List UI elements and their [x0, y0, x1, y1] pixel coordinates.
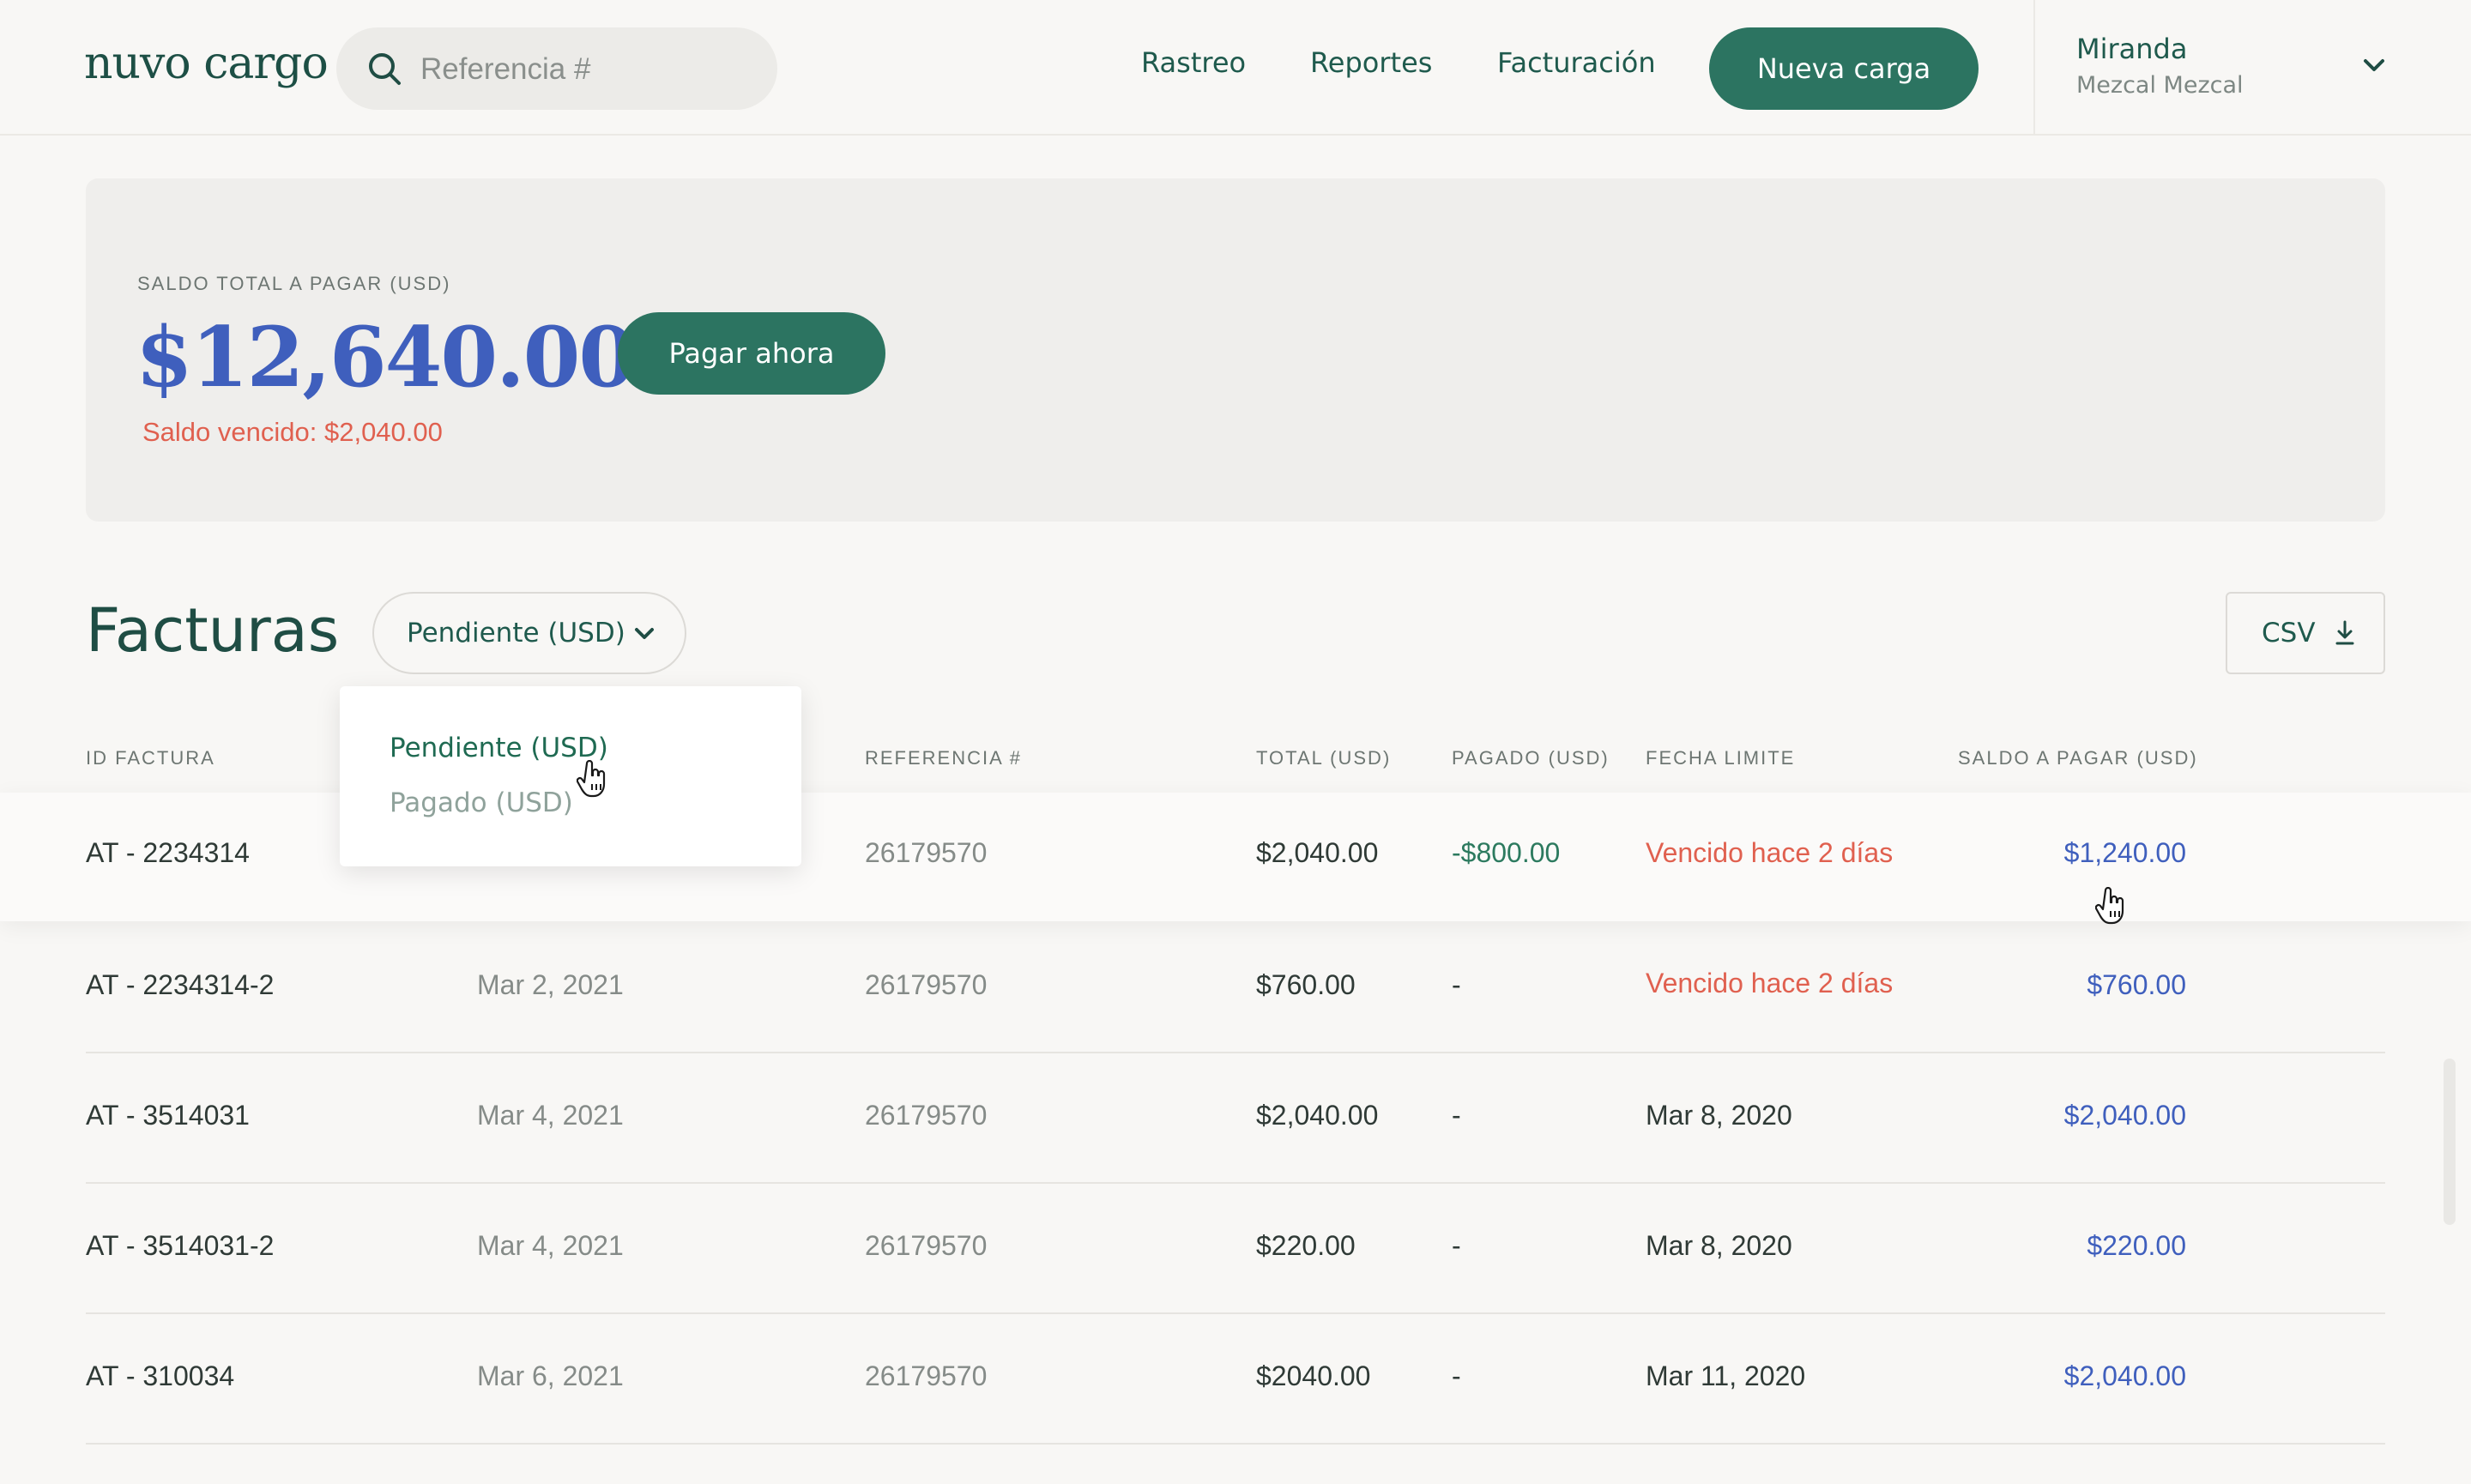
invoice-id: AT - 310034: [86, 1360, 235, 1391]
balance-amount: $12,640.00: [136, 309, 636, 406]
status-filter-menu: Pendiente (USD) Pagado (USD): [340, 686, 801, 866]
balance-label: SALDO TOTAL A PAGAR (USD): [137, 273, 451, 294]
table-row[interactable]: AT - 3514031 Mar 4, 2021 26179570 $2,040…: [0, 1055, 2471, 1184]
divider: [2033, 0, 2035, 136]
invoice-due-date: Mar 8, 2020: [1646, 1230, 1792, 1261]
invoice-balance-link[interactable]: $2,040.00: [2064, 1360, 2186, 1392]
download-icon: [2335, 620, 2354, 645]
invoice-balance-link[interactable]: $2,040.00: [2064, 1100, 2186, 1131]
invoice-total: $2,040.00: [1256, 837, 1379, 868]
nav-reportes[interactable]: Reportes: [1310, 46, 1432, 79]
invoice-due-date: Vencido hace 2 días: [1646, 837, 1894, 868]
search-input[interactable]: [419, 27, 748, 112]
invoice-id: AT - 3514031-2: [86, 1230, 275, 1261]
scrollbar[interactable]: [2444, 1059, 2456, 1225]
invoice-due-date: Vencido hace 2 días: [1646, 968, 1894, 998]
overdue-balance: Saldo vencido: $2,040.00: [142, 417, 443, 447]
csv-download-button[interactable]: CSV: [2226, 592, 2385, 674]
invoice-date: Mar 6, 2021: [477, 1360, 624, 1391]
invoice-paid: -: [1452, 1360, 1461, 1391]
table-row[interactable]: AT - 2234314-2 Mar 2, 2021 26179570 $760…: [0, 925, 2471, 1053]
invoice-id: AT - 2234314-2: [86, 969, 275, 1000]
invoice-reference: 26179570: [865, 969, 988, 1000]
csv-label: CSV: [2262, 618, 2316, 648]
invoice-total: $2,040.00: [1256, 1100, 1379, 1131]
invoice-total: $220.00: [1256, 1230, 1356, 1261]
user-company[interactable]: Mezcal Mezcal: [2076, 72, 2244, 99]
invoice-date: Mar 2, 2021: [477, 969, 624, 1000]
table-row[interactable]: AT - 3514031-2 Mar 4, 2021 26179570 $220…: [0, 1185, 2471, 1314]
invoice-due-date: Mar 8, 2020: [1646, 1100, 1792, 1131]
row-divider: [86, 1312, 2385, 1314]
top-header: nuvo cargo Rastreo Reportes Facturación …: [0, 0, 2471, 136]
row-divider: [86, 1052, 2385, 1053]
status-option-pending[interactable]: Pendiente (USD): [390, 733, 608, 763]
status-filter-value: Pendiente (USD): [407, 618, 625, 648]
invoice-paid: -: [1452, 1100, 1461, 1131]
pay-now-button[interactable]: Pagar ahora: [618, 312, 885, 395]
invoice-date: Mar 4, 2021: [477, 1230, 624, 1261]
nav-facturacion[interactable]: Facturación: [1497, 46, 1656, 79]
column-header-total[interactable]: TOTAL (USD): [1256, 747, 1391, 769]
table-row[interactable]: AT - 310034 Mar 6, 2021 26179570 $2040.0…: [0, 1316, 2471, 1445]
invoice-balance-link[interactable]: $760.00: [2087, 969, 2186, 1001]
user-name[interactable]: Miranda: [2076, 33, 2187, 65]
status-filter-select[interactable]: Pendiente (USD): [372, 592, 686, 674]
column-header-paid[interactable]: PAGADO (USD): [1452, 747, 1610, 769]
logo[interactable]: nuvo cargo: [84, 38, 329, 89]
invoices-title: Facturas: [86, 595, 340, 666]
invoice-paid: -$800.00: [1452, 837, 1561, 868]
invoice-reference: 26179570: [865, 837, 988, 868]
column-header-id[interactable]: ID FACTURA: [86, 747, 215, 769]
column-header-due-date[interactable]: FECHA LIMITE: [1646, 747, 1795, 769]
row-divider: [86, 1443, 2385, 1445]
search-icon: [369, 53, 401, 85]
status-option-paid[interactable]: Pagado (USD): [390, 787, 573, 818]
column-header-balance[interactable]: SALDO A PAGAR (USD): [1958, 747, 2198, 769]
hand-cursor-icon: [577, 760, 606, 798]
column-header-reference[interactable]: REFERENCIA #: [865, 747, 1022, 769]
invoice-paid: -: [1452, 969, 1461, 1000]
invoice-reference: 26179570: [865, 1230, 988, 1261]
hand-cursor-icon: [2095, 887, 2124, 925]
invoice-reference: 26179570: [865, 1100, 988, 1131]
invoice-paid: -: [1452, 1230, 1461, 1261]
invoice-date: Mar 4, 2021: [477, 1100, 624, 1131]
invoice-due-date: Mar 11, 2020: [1646, 1360, 1806, 1391]
invoice-balance-link[interactable]: $220.00: [2087, 1230, 2186, 1262]
invoice-id: AT - 2234314: [86, 837, 250, 868]
row-divider: [86, 1182, 2385, 1184]
invoice-total: $760.00: [1256, 969, 1356, 1000]
search-bar[interactable]: [336, 27, 777, 112]
chevron-down-icon[interactable]: [2361, 57, 2387, 74]
new-shipment-button[interactable]: Nueva carga: [1709, 27, 1979, 110]
chevron-down-icon: [635, 628, 654, 639]
invoice-balance-link[interactable]: $1,240.00: [2064, 837, 2186, 869]
invoice-total: $2040.00: [1256, 1360, 1371, 1391]
invoice-reference: 26179570: [865, 1360, 988, 1391]
invoice-id: AT - 3514031: [86, 1100, 250, 1131]
nav-rastreo[interactable]: Rastreo: [1141, 46, 1246, 79]
